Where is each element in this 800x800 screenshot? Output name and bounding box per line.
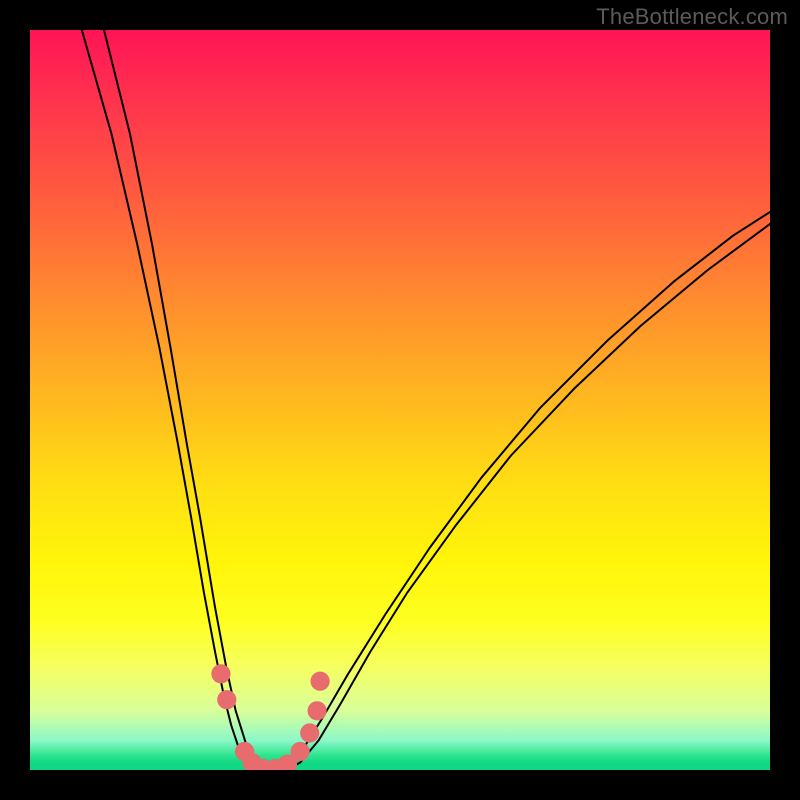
marker-point [211,664,230,683]
marker-point [291,742,310,761]
plot-area [30,30,770,770]
curves-svg [30,30,770,770]
chart-frame: TheBottleneck.com [0,0,800,800]
marker-point [300,723,319,742]
left-curve [82,30,770,770]
marker-point [217,690,236,709]
right-curve [104,30,770,770]
watermark-text: TheBottleneck.com [596,4,788,30]
marker-point [308,701,327,720]
marker-point [311,672,330,691]
